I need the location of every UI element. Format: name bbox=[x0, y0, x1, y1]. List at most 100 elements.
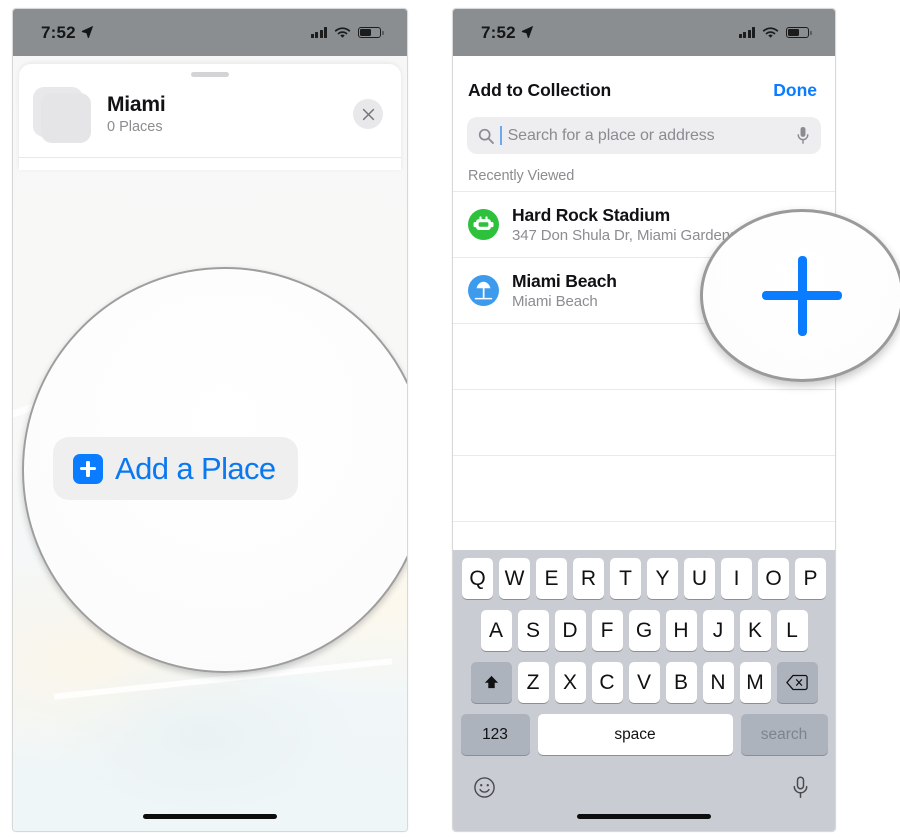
status-time-label: 7:52 bbox=[41, 22, 76, 42]
thumbnail-front-square bbox=[41, 93, 91, 143]
text-cursor bbox=[500, 126, 502, 145]
results-list: Hard Rock Stadium 347 Don Shula Dr, Miam… bbox=[453, 191, 835, 588]
keyboard-row-3: Z X C V B N M bbox=[453, 662, 835, 703]
search-icon bbox=[478, 128, 494, 144]
home-indicator[interactable] bbox=[143, 814, 277, 819]
done-button[interactable]: Done bbox=[773, 80, 817, 101]
backspace-key[interactable] bbox=[776, 662, 818, 703]
list-item-title: Hard Rock Stadium bbox=[512, 205, 671, 225]
right-phone-screen: Add to Collection Done Search for a plac… bbox=[453, 9, 835, 831]
list-item-text: Hard Rock Stadium 347 Don Shula Dr, Miam… bbox=[512, 205, 737, 244]
list-item-title: Miami Beach bbox=[512, 271, 617, 291]
key-k[interactable]: K bbox=[739, 610, 771, 651]
battery-icon bbox=[786, 26, 812, 39]
numbers-key[interactable]: 123 bbox=[460, 714, 530, 755]
key-p[interactable]: P bbox=[795, 558, 826, 599]
home-indicator[interactable] bbox=[577, 814, 711, 819]
key-g[interactable]: G bbox=[628, 610, 660, 651]
list-item-empty bbox=[453, 456, 835, 522]
search-return-key[interactable]: search bbox=[740, 714, 828, 755]
status-indicators bbox=[738, 26, 812, 39]
key-u[interactable]: U bbox=[684, 558, 715, 599]
key-n[interactable]: N bbox=[702, 662, 734, 703]
key-c[interactable]: C bbox=[591, 662, 623, 703]
cellular-bars-icon bbox=[310, 27, 327, 38]
key-z[interactable]: Z bbox=[517, 662, 549, 703]
shift-key[interactable] bbox=[470, 662, 512, 703]
key-e[interactable]: E bbox=[536, 558, 567, 599]
status-time-label: 7:52 bbox=[481, 22, 516, 42]
plus-square-icon bbox=[73, 453, 103, 484]
stadium-icon bbox=[468, 209, 499, 240]
list-item-subtitle: Miami Beach bbox=[512, 293, 598, 310]
backspace-icon bbox=[786, 674, 808, 691]
section-header-recently-viewed: Recently Viewed bbox=[468, 168, 575, 184]
key-o[interactable]: O bbox=[758, 558, 789, 599]
key-h[interactable]: H bbox=[665, 610, 697, 651]
key-d[interactable]: D bbox=[554, 610, 586, 651]
screenshot-stage: 7:52 Miami 0 Places Add a Place Add to C… bbox=[0, 0, 900, 837]
search-bar[interactable]: Search for a place or address bbox=[467, 117, 821, 154]
key-w[interactable]: W bbox=[499, 558, 530, 599]
key-r[interactable]: R bbox=[573, 558, 604, 599]
collection-header-row: Miami 0 Places bbox=[19, 77, 401, 157]
keyboard-row-2: A S D F G H J K L bbox=[453, 610, 835, 651]
list-item-subtitle: 347 Don Shula Dr, Miami Gardens bbox=[512, 227, 738, 244]
add-a-place-label: Add a Place bbox=[115, 451, 276, 486]
collection-text: Miami 0 Places bbox=[107, 93, 353, 135]
list-item-empty bbox=[453, 324, 835, 390]
list-item-text: Miami Beach Miami Beach bbox=[512, 271, 617, 310]
close-button[interactable] bbox=[353, 99, 383, 129]
map-road bbox=[135, 497, 407, 561]
list-item[interactable]: Hard Rock Stadium 347 Don Shula Dr, Miam… bbox=[453, 192, 835, 258]
battery-icon bbox=[358, 26, 384, 39]
key-t[interactable]: T bbox=[610, 558, 641, 599]
key-m[interactable]: M bbox=[739, 662, 771, 703]
keyboard-row-1: Q W E R T Y U I O P bbox=[453, 558, 835, 599]
collection-sheet[interactable]: Miami 0 Places bbox=[19, 64, 401, 170]
key-q[interactable]: Q bbox=[462, 558, 493, 599]
add-a-place-button[interactable]: Add a Place bbox=[53, 437, 298, 500]
shift-icon bbox=[483, 674, 500, 691]
location-arrow-icon bbox=[521, 25, 534, 38]
dictation-microphone-icon[interactable] bbox=[792, 776, 815, 799]
collection-place-count: 0 Places bbox=[107, 119, 163, 136]
list-item-empty bbox=[453, 390, 835, 456]
key-y[interactable]: Y bbox=[647, 558, 678, 599]
key-a[interactable]: A bbox=[480, 610, 512, 651]
cellular-bars-icon bbox=[738, 27, 755, 38]
beach-umbrella-icon bbox=[468, 275, 499, 306]
wifi-icon bbox=[762, 26, 779, 39]
key-f[interactable]: F bbox=[591, 610, 623, 651]
key-i[interactable]: I bbox=[721, 558, 752, 599]
map-road bbox=[53, 658, 393, 700]
space-key[interactable]: space bbox=[537, 714, 733, 755]
key-x[interactable]: X bbox=[554, 662, 586, 703]
key-s[interactable]: S bbox=[517, 610, 549, 651]
search-input[interactable]: Search for a place or address bbox=[508, 127, 790, 145]
key-l[interactable]: L bbox=[776, 610, 808, 651]
status-indicators bbox=[310, 26, 384, 39]
key-j[interactable]: J bbox=[702, 610, 734, 651]
microphone-icon[interactable] bbox=[796, 126, 810, 145]
on-screen-keyboard[interactable]: Q W E R T Y U I O P A S D F G H J K L Z … bbox=[453, 550, 835, 831]
keyboard-row-4: 123 space search bbox=[453, 714, 835, 755]
map-road bbox=[13, 356, 180, 423]
status-bar: 7:52 bbox=[13, 9, 407, 56]
close-icon bbox=[362, 108, 375, 121]
emoji-icon[interactable] bbox=[473, 776, 496, 799]
status-bar: 7:52 bbox=[453, 9, 835, 56]
sheet-header: Add to Collection Done bbox=[453, 56, 835, 101]
status-time: 7:52 bbox=[481, 23, 534, 43]
sheet-body bbox=[19, 158, 401, 170]
key-b[interactable]: B bbox=[665, 662, 697, 703]
sheet-title: Add to Collection bbox=[468, 80, 612, 100]
location-arrow-icon bbox=[81, 25, 94, 38]
wifi-icon bbox=[334, 26, 351, 39]
collection-title: Miami bbox=[107, 92, 166, 116]
list-item[interactable]: Miami Beach Miami Beach bbox=[453, 258, 835, 324]
keyboard-bottom-bar bbox=[453, 766, 835, 799]
status-time: 7:52 bbox=[41, 23, 94, 43]
key-v[interactable]: V bbox=[628, 662, 660, 703]
right-phone-frame: Add to Collection Done Search for a plac… bbox=[452, 8, 836, 832]
